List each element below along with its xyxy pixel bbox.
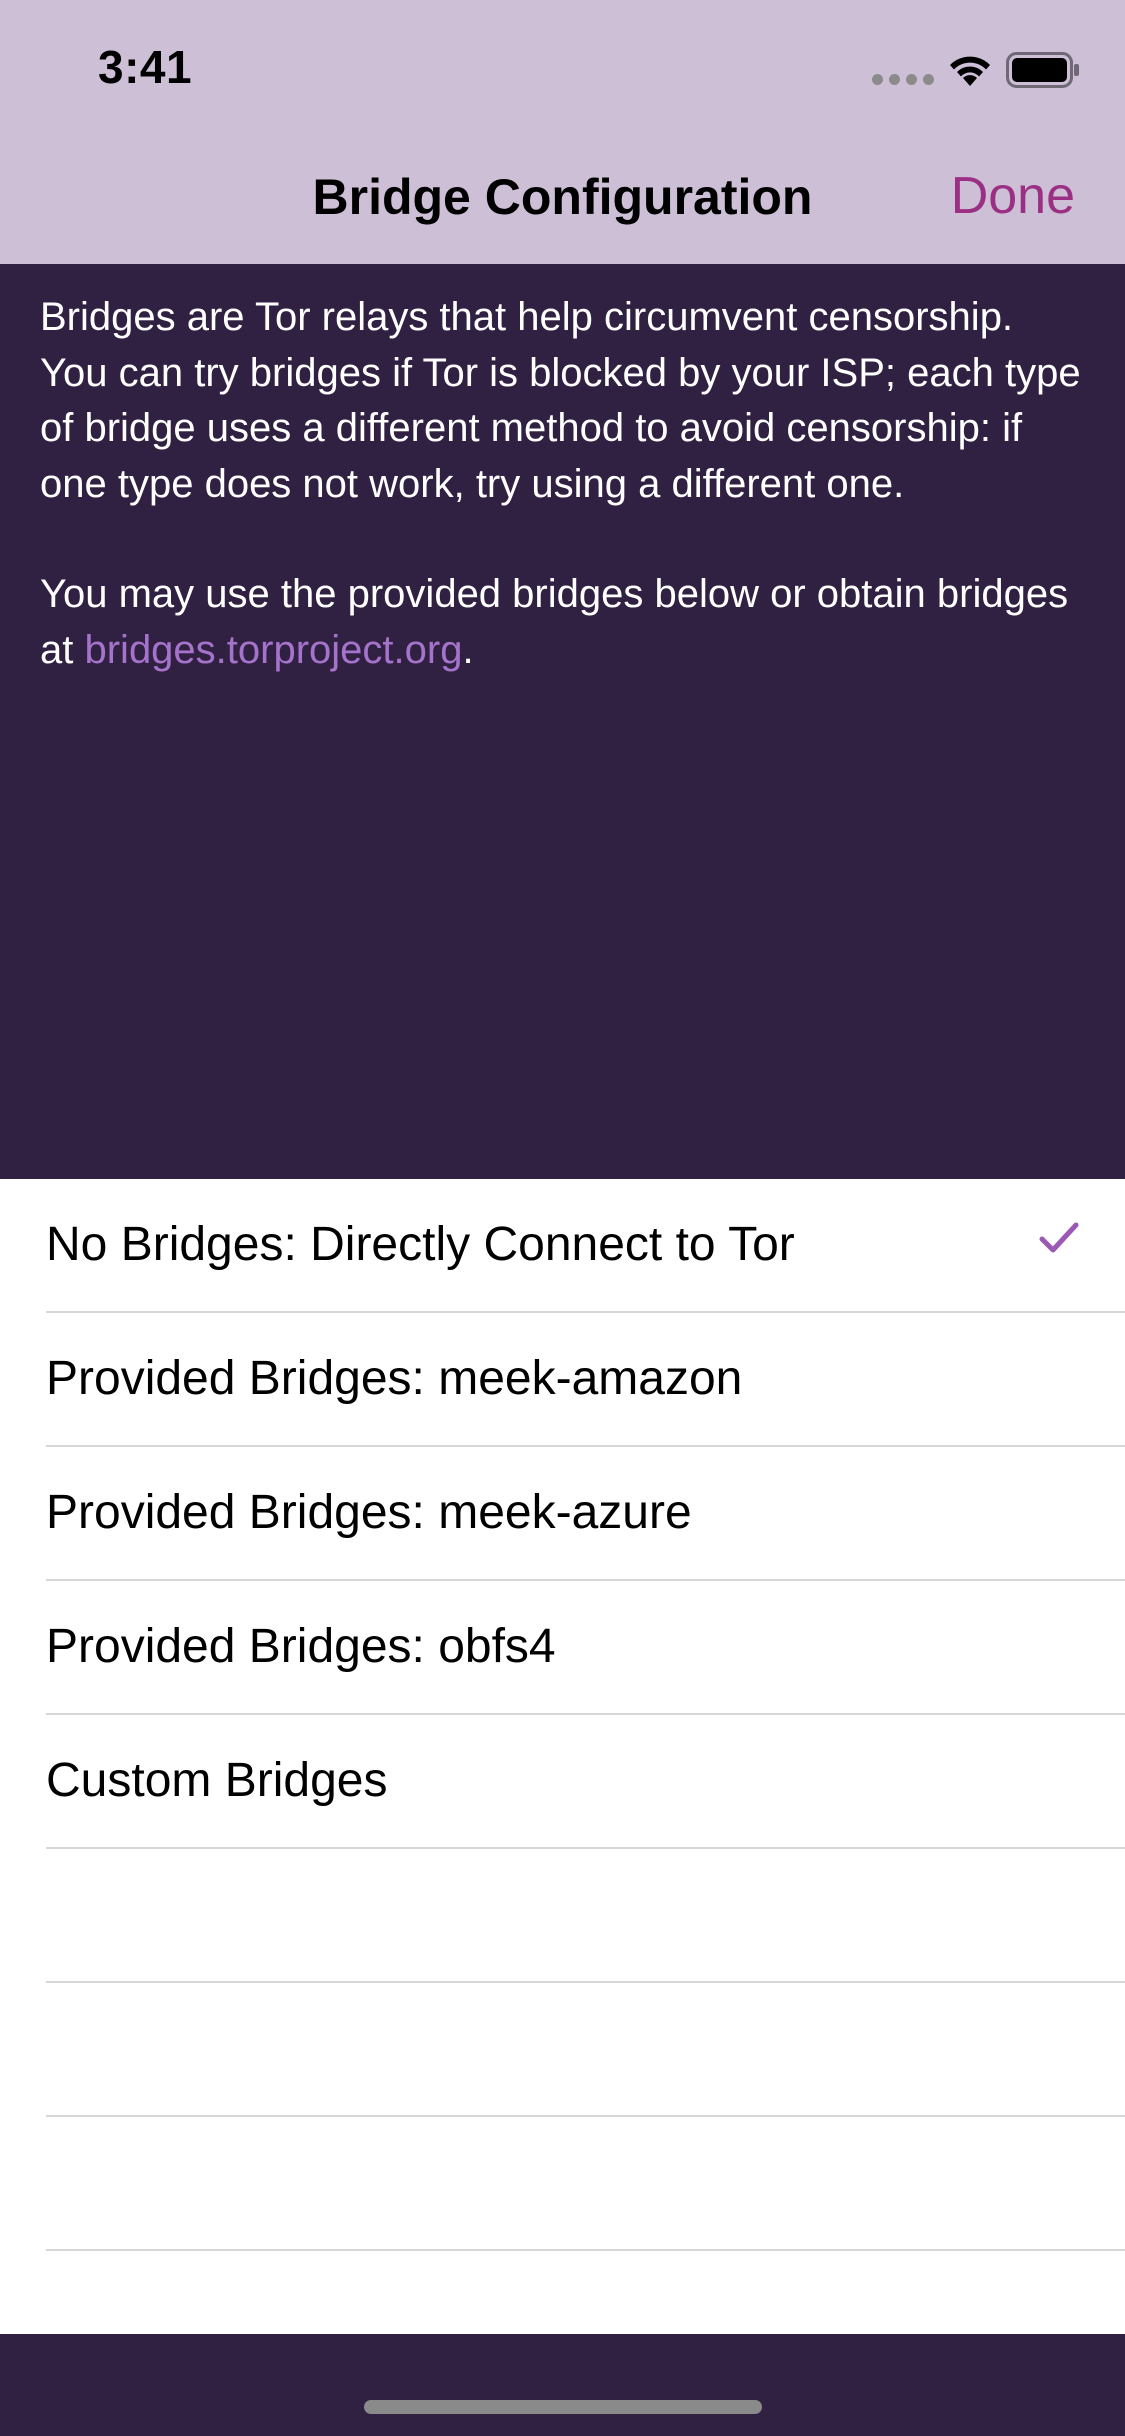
option-label: No Bridges: Directly Connect to Tor: [46, 1218, 795, 1271]
info-paragraph-2-suffix: .: [462, 627, 474, 672]
option-custom-bridges[interactable]: Custom Bridges: [46, 1715, 1125, 1849]
bridge-options-list: No Bridges: Directly Connect to Tor Prov…: [0, 1179, 1125, 2251]
battery-icon: [1006, 52, 1080, 88]
empty-row: [46, 1983, 1125, 2117]
option-meek-amazon[interactable]: Provided Bridges: meek-amazon: [46, 1313, 1125, 1447]
info-paragraph-2: You may use the provided bridges below o…: [40, 567, 1090, 678]
top-bar: 3:41 Bridge Configuration Done: [0, 0, 1125, 264]
option-label: Provided Bridges: meek-amazon: [46, 1352, 743, 1405]
empty-row: [46, 1849, 1125, 1983]
status-indicators: [872, 48, 1080, 92]
option-label: Provided Bridges: obfs4: [46, 1620, 556, 1673]
signal-dots-icon: [872, 73, 934, 85]
bridges-link[interactable]: bridges.torproject.org: [84, 628, 462, 672]
option-label: Provided Bridges: meek-azure: [46, 1486, 692, 1539]
info-section: Bridges are Tor relays that help circumv…: [0, 264, 1125, 1179]
empty-row: [46, 2117, 1125, 2251]
wifi-icon: [948, 53, 992, 87]
info-paragraph-1: Bridges are Tor relays that help circumv…: [40, 295, 1081, 506]
done-button[interactable]: Done: [951, 166, 1075, 226]
option-meek-azure[interactable]: Provided Bridges: meek-azure: [46, 1447, 1125, 1581]
option-label: Custom Bridges: [46, 1754, 388, 1807]
status-time: 3:41: [98, 41, 193, 93]
option-no-bridges[interactable]: No Bridges: Directly Connect to Tor: [46, 1179, 1125, 1313]
option-obfs4[interactable]: Provided Bridges: obfs4: [46, 1581, 1125, 1715]
bottom-bar: [0, 2334, 1125, 2436]
info-text: Bridges are Tor relays that help circumv…: [40, 290, 1090, 678]
home-indicator[interactable]: [364, 2400, 762, 2414]
checkmark-icon: [1039, 1221, 1079, 1260]
